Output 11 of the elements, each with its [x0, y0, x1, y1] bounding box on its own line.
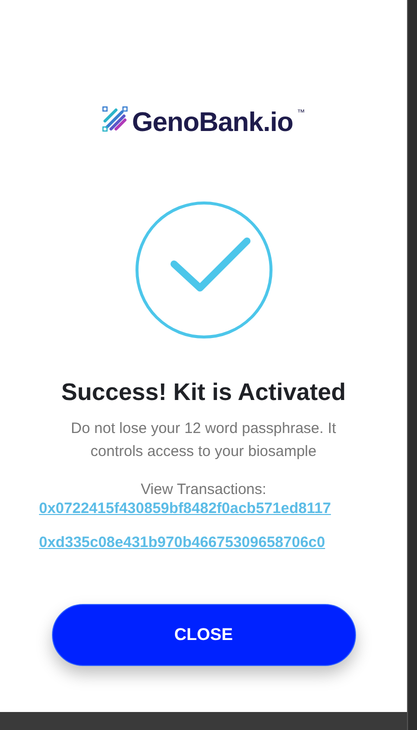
transactions-label: View Transactions: [140, 481, 266, 498]
success-title: Success! Kit is Activated [61, 379, 346, 407]
scrollbar[interactable] [407, 0, 417, 730]
transaction-link[interactable]: 0x0722415f430859bf8482f0acb571ed8117 [39, 500, 331, 517]
logo-text: GenoBank.io [132, 106, 294, 138]
logo-icon [102, 106, 128, 132]
trademark: ™ [297, 108, 306, 117]
close-button[interactable]: CLOSE [52, 604, 356, 666]
success-check-icon [134, 200, 274, 340]
passphrase-warning: Do not lose your 12 word passphrase. It controls access to your biosample [70, 419, 338, 462]
transaction-link[interactable]: 0xd335c08e431b970b46675309658706c0 [39, 534, 326, 551]
